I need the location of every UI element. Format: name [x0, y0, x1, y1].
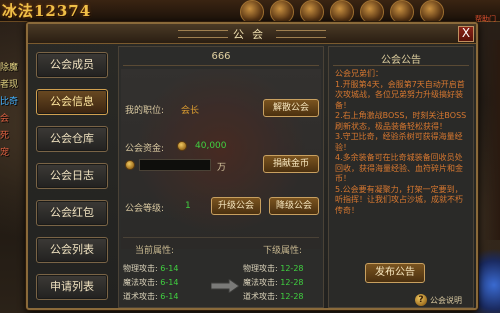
- donate-amount-input[interactable]: [139, 159, 211, 171]
- next-attr-row: 魔法攻击: 12-28: [243, 277, 304, 288]
- menu-item-members[interactable]: 公会成员: [36, 52, 108, 78]
- level-value: 1: [185, 201, 191, 211]
- guild-name: 666: [211, 51, 231, 62]
- upgrade-guild-button[interactable]: 升级公会: [211, 197, 261, 215]
- next-attr-row: 道术攻击: 12-28: [243, 291, 304, 302]
- guild-menu: 公会成员 公会信息 公会仓库 公会日志 公会红包 公会列表 申请列表: [36, 52, 112, 300]
- hud-skill-icon[interactable]: [360, 0, 384, 24]
- notice-title: 公会公告: [381, 55, 421, 66]
- menu-item-log[interactable]: 公会日志: [36, 163, 108, 189]
- attr-value: 12-28: [280, 264, 304, 273]
- attr-value: 6-14: [160, 292, 179, 301]
- hud-skill-icon[interactable]: [270, 0, 294, 24]
- notice-text[interactable]: 公会兄弟们： 1.开服第4天，会服第7天自动开启首次攻城战，各位兄弟努力升级搞好…: [335, 69, 469, 259]
- hud-left-strip: 除魔 者现 比奇 会 死 宠: [0, 60, 28, 158]
- close-button[interactable]: X: [458, 26, 474, 42]
- hud-left-label: 比奇: [0, 97, 19, 107]
- hud-left-label: 死: [0, 131, 10, 141]
- gold-coin-icon: [177, 141, 187, 151]
- current-attr-row: 魔法攻击: 6-14: [123, 277, 178, 288]
- position-label: 我的职位:: [125, 106, 165, 116]
- next-attr-row: 物理攻击: 12-28: [243, 263, 304, 274]
- current-attributes-heading: 当前属性:: [135, 246, 175, 256]
- menu-item-red-packet[interactable]: 公会红包: [36, 200, 108, 226]
- divider: [123, 65, 319, 66]
- attr-name: 物理攻击:: [243, 264, 278, 273]
- hud-icon-row: [240, 0, 444, 24]
- title-ornament-right: [276, 30, 326, 38]
- position-value: 会长: [181, 106, 200, 116]
- menu-item-info[interactable]: 公会信息: [36, 89, 108, 115]
- help-icon: ?: [415, 294, 427, 306]
- hud-left-label: 宠: [0, 148, 10, 158]
- hud-left-label: 会: [0, 114, 10, 124]
- divider: [333, 65, 469, 66]
- attr-value: 12-28: [280, 278, 304, 287]
- attr-name: 魔法攻击:: [243, 278, 278, 287]
- hud-right-text: 帮助门: [475, 15, 496, 23]
- window-title: 公会: [233, 28, 271, 41]
- hud-left-label: 除魔: [0, 63, 19, 73]
- menu-item-guild-list[interactable]: 公会列表: [36, 237, 108, 263]
- divider: [123, 237, 319, 238]
- next-attributes-heading: 下级属性:: [263, 246, 303, 256]
- attr-value: 6-14: [160, 278, 179, 287]
- disband-guild-button[interactable]: 解散公会: [263, 99, 319, 117]
- window-title-bar: 公会 X: [28, 24, 476, 44]
- hud-skill-icon[interactable]: [300, 0, 324, 24]
- guild-help-link[interactable]: ? 公会说明: [415, 293, 462, 307]
- attr-name: 物理攻击:: [123, 264, 158, 273]
- funds-value: 40,000: [195, 141, 227, 151]
- current-attr-row: 道术攻击: 6-14: [123, 291, 178, 302]
- publish-notice-button[interactable]: 发布公告: [365, 263, 425, 283]
- hud-skill-icon[interactable]: [330, 0, 354, 24]
- hud-right-edge: [484, 40, 500, 240]
- menu-item-warehouse[interactable]: 公会仓库: [36, 126, 108, 152]
- hud-top-bar: 冰法12374 帮助门: [0, 0, 500, 24]
- attr-name: 道术攻击:: [243, 292, 278, 301]
- hud-left-label: 者现: [0, 80, 19, 90]
- donate-unit-label: 万: [217, 163, 227, 173]
- funds-label: 公会资金:: [125, 144, 165, 154]
- attr-name: 道术攻击:: [123, 292, 158, 301]
- gold-coin-icon: [125, 160, 135, 170]
- donate-gold-button[interactable]: 捐献金币: [263, 155, 319, 173]
- menu-item-applications[interactable]: 申请列表: [36, 274, 108, 300]
- guild-info-panel: 666 我的职位: 会长 解散公会 公会资金: 40,000 万 捐献金币 公会…: [118, 46, 324, 308]
- attr-name: 魔法攻击:: [123, 278, 158, 287]
- attr-value: 12-28: [280, 292, 304, 301]
- hud-skill-icon[interactable]: [420, 0, 444, 24]
- guild-window: 公会 X 公会成员 公会信息 公会仓库 公会日志 公会红包 公会列表 申请列表 …: [26, 22, 478, 310]
- guild-notice-panel: 公会公告 公会兄弟们： 1.开服第4天，会服第7天自动开启首次攻城战，各位兄弟努…: [328, 46, 474, 308]
- hud-skill-icon[interactable]: [240, 0, 264, 24]
- level-label: 公会等级:: [125, 204, 165, 214]
- arrow-right-icon: [211, 279, 239, 293]
- hud-level-text: 冰法12374: [2, 2, 92, 20]
- attr-value: 6-14: [160, 264, 179, 273]
- help-label: 公会说明: [430, 295, 462, 305]
- current-attr-row: 物理攻击: 6-14: [123, 263, 178, 274]
- hud-skill-icon[interactable]: [390, 0, 414, 24]
- downgrade-guild-button[interactable]: 降级公会: [269, 197, 319, 215]
